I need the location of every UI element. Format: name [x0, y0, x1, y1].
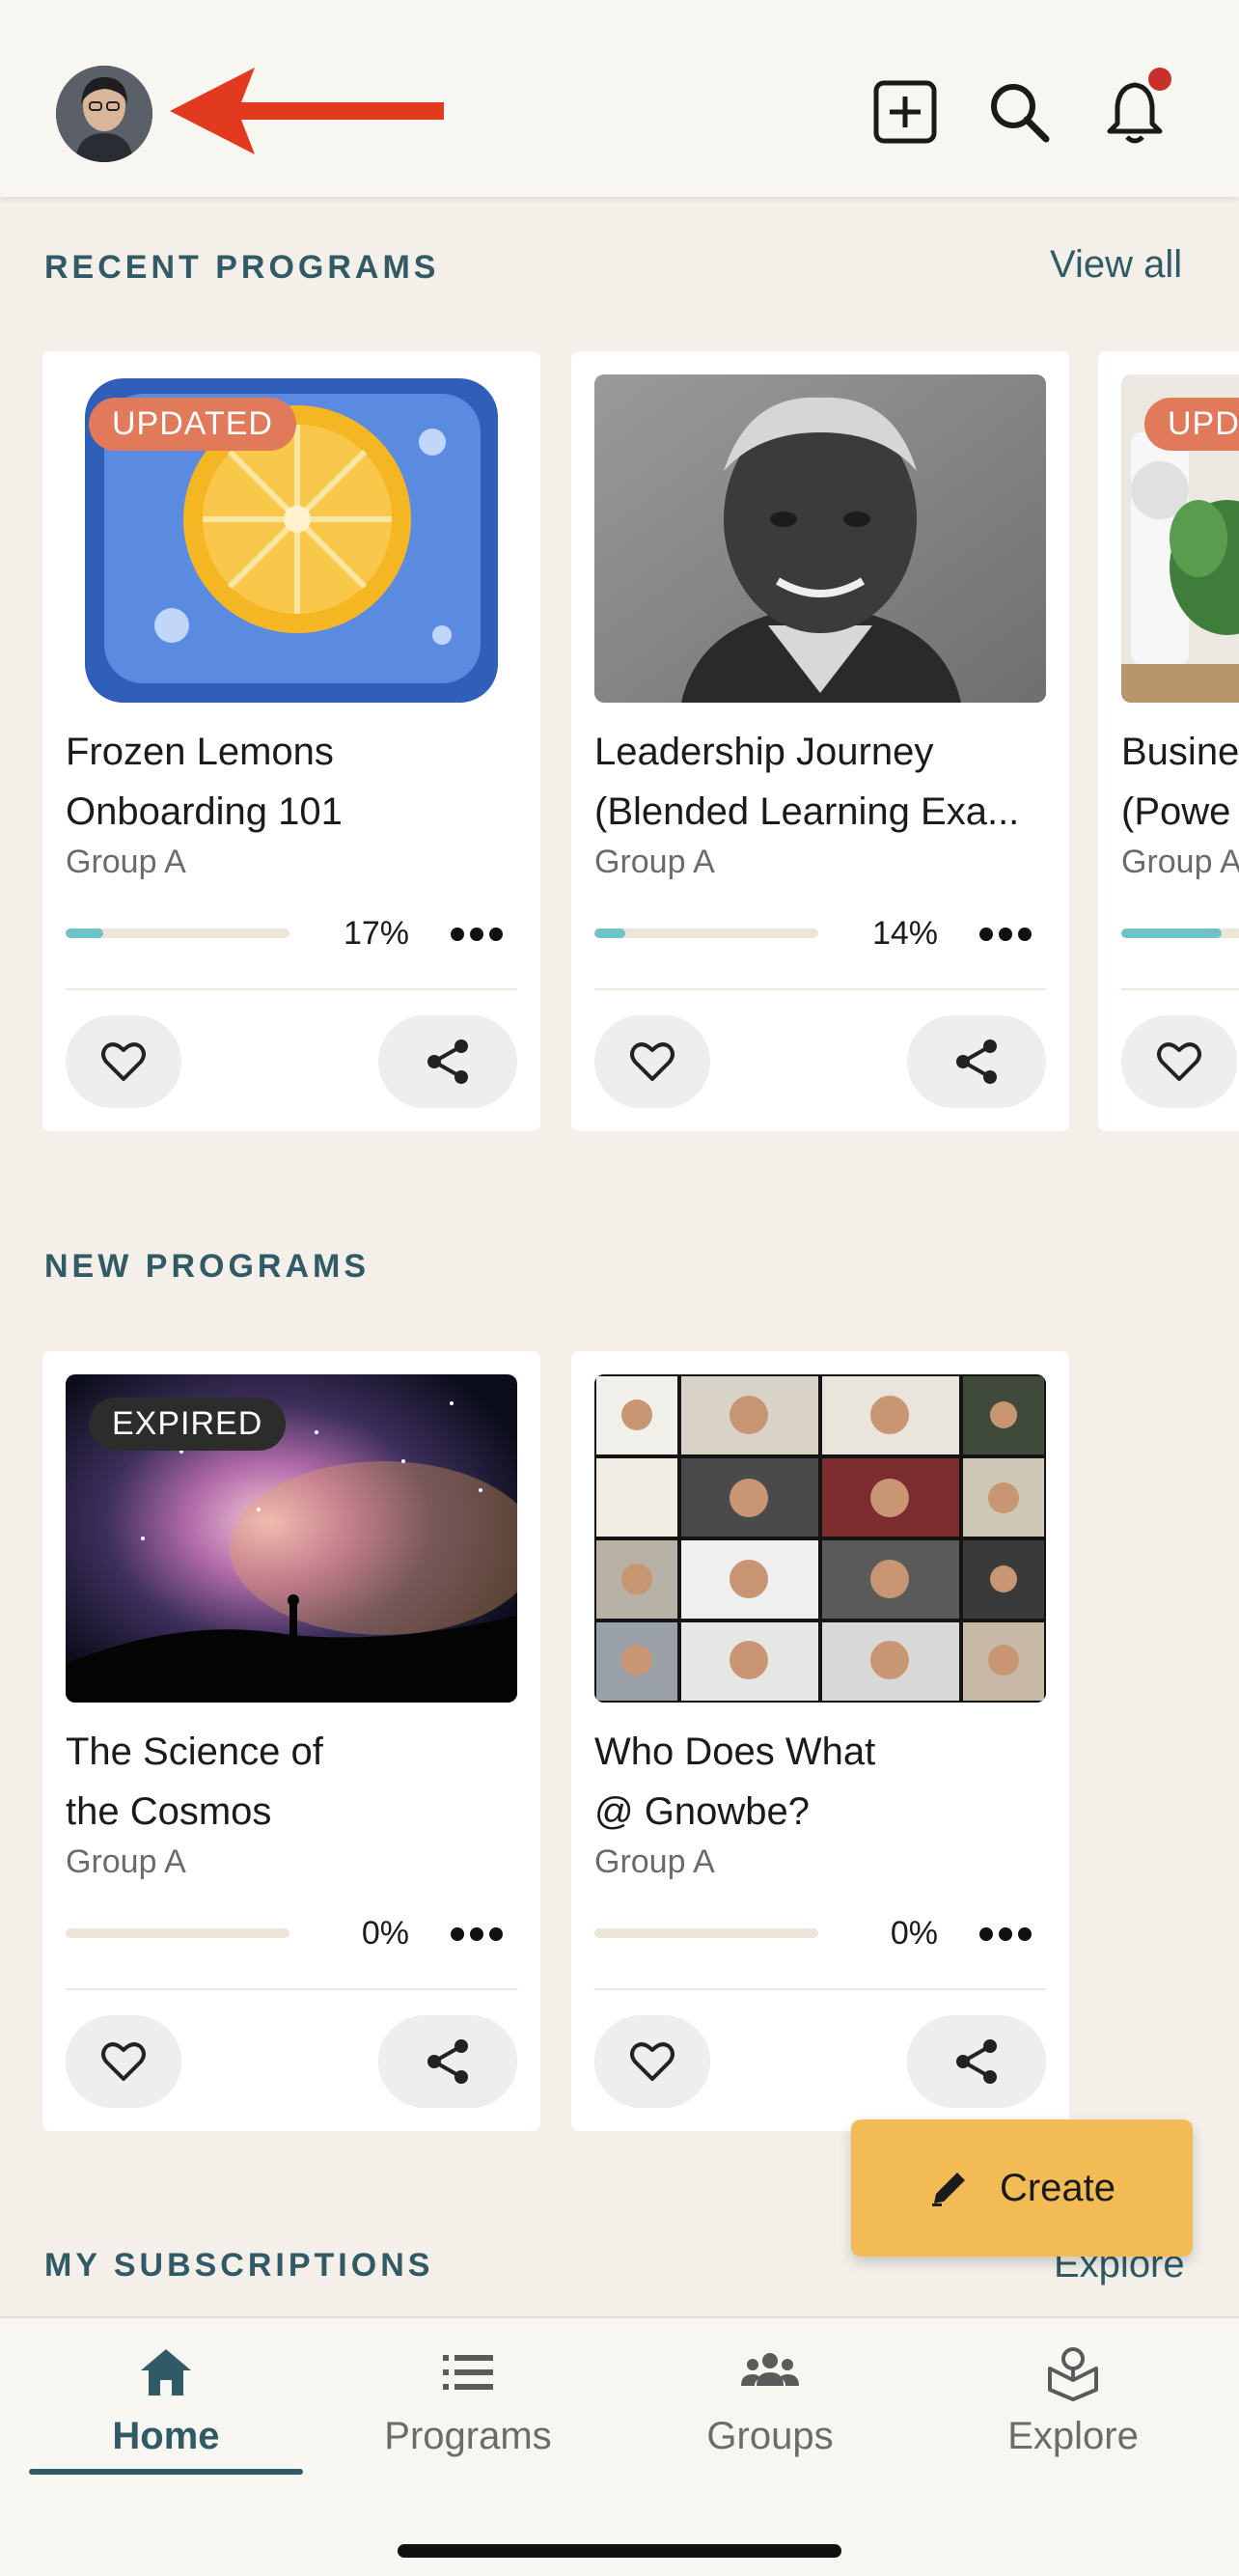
share-button[interactable] — [378, 2015, 517, 2108]
program-title: Who Does What @ Gnowbe? — [594, 1731, 876, 1833]
status-badge: EXPIRED — [89, 1398, 287, 1451]
program-card-who-does-what[interactable]: Who Does What @ Gnowbe? Group A 0% — [571, 1351, 1069, 2131]
program-thumbnail — [594, 1374, 1046, 1703]
program-thumbnail — [594, 374, 1046, 703]
like-button[interactable] — [66, 2015, 181, 2108]
program-title: Busine (Powe — [1121, 731, 1239, 833]
progress-percent: 0% — [890, 1915, 938, 1952]
bottom-navigation: Home Programs Groups Explore — [0, 2316, 1239, 2576]
program-group: Group A — [66, 1843, 186, 1880]
program-group: Group A — [66, 844, 186, 880]
program-group: Group A — [594, 1843, 715, 1880]
program-card-frozen-lemons[interactable]: UPDATED Frozen Lemons Onboarding 101 Gro… — [42, 351, 540, 1131]
divider — [594, 1988, 1046, 1990]
home-screen: RECENT PROGRAMS View all UPDATED Frozen … — [0, 0, 1239, 2576]
divider — [66, 1988, 517, 1990]
home-indicator — [398, 2544, 841, 2558]
status-badge: UPD — [1144, 398, 1239, 451]
program-title: Leadership Journey (Blended Learning Exa… — [594, 731, 1020, 833]
program-card-leadership-journey[interactable]: Leadership Journey (Blended Learning Exa… — [571, 351, 1069, 1131]
like-button[interactable] — [1121, 1015, 1237, 1108]
heart-icon — [1157, 1042, 1201, 1081]
share-icon — [956, 2039, 997, 2084]
create-button[interactable]: Create — [851, 2119, 1193, 2257]
progress-percent: 0% — [361, 1915, 409, 1952]
home-icon — [141, 2349, 191, 2396]
divider — [594, 988, 1046, 990]
divider — [1121, 988, 1239, 990]
like-button[interactable] — [594, 1015, 710, 1108]
view-all-link[interactable]: View all — [1050, 243, 1182, 287]
avatar[interactable] — [56, 66, 152, 162]
heart-icon — [630, 1042, 675, 1081]
share-button[interactable] — [378, 1015, 517, 1108]
share-icon — [427, 2039, 468, 2084]
progress-bar — [66, 1928, 289, 1938]
nav-explore[interactable]: Explore — [936, 2341, 1210, 2506]
share-button[interactable] — [907, 2015, 1046, 2108]
progress-bar — [66, 928, 289, 938]
progress-fill — [1121, 928, 1223, 938]
like-button[interactable] — [594, 2015, 710, 2108]
program-card-business[interactable]: UPD Busine (Powe Group A — [1098, 351, 1239, 1131]
share-icon — [956, 1039, 997, 1084]
nav-active-indicator — [29, 2469, 303, 2475]
arrow-left-icon — [170, 68, 444, 154]
progress-bar — [1121, 928, 1239, 938]
progress-bar — [594, 1928, 818, 1938]
section-title-subscriptions: MY SUBSCRIPTIONS — [44, 2247, 434, 2284]
nav-groups[interactable]: Groups — [633, 2341, 907, 2506]
more-options-icon[interactable] — [977, 915, 1034, 954]
status-badge: UPDATED — [89, 398, 296, 451]
progress-bar — [594, 928, 818, 938]
nav-home[interactable]: Home — [29, 2341, 303, 2506]
create-label: Create — [999, 2166, 1116, 2209]
program-card-science-cosmos[interactable]: EXPIRED The Science of the Cosmos Group … — [42, 1351, 540, 2131]
share-icon — [427, 1039, 468, 1084]
progress-fill — [66, 928, 104, 938]
search-icon[interactable] — [980, 73, 1058, 151]
program-group: Group A — [594, 844, 715, 880]
more-options-icon[interactable] — [448, 915, 506, 954]
bell-icon[interactable] — [1096, 68, 1173, 151]
program-title: Frozen Lemons Onboarding 101 — [66, 731, 343, 833]
heart-icon — [101, 2042, 146, 2081]
program-title: The Science of the Cosmos — [66, 1731, 323, 1833]
section-title-new: NEW PROGRAMS — [44, 1248, 370, 1285]
pencil-icon — [931, 2173, 965, 2206]
more-options-icon[interactable] — [448, 1915, 506, 1953]
progress-fill — [594, 928, 626, 938]
notification-dot — [1148, 68, 1171, 91]
program-group: Group A — [1121, 844, 1239, 880]
share-button[interactable] — [907, 1015, 1046, 1108]
list-icon — [443, 2355, 493, 2390]
like-button[interactable] — [66, 1015, 181, 1108]
divider — [66, 988, 517, 990]
progress-percent: 17% — [343, 915, 409, 952]
section-title-recent: RECENT PROGRAMS — [44, 249, 440, 286]
heart-icon — [630, 2042, 675, 2081]
top-bar — [0, 0, 1239, 197]
explore-icon — [1048, 2347, 1098, 2401]
nav-programs[interactable]: Programs — [331, 2341, 605, 2506]
groups-icon — [741, 2353, 799, 2386]
more-options-icon[interactable] — [977, 1915, 1034, 1953]
add-square-icon[interactable] — [867, 73, 944, 151]
heart-icon — [101, 1042, 146, 1081]
progress-percent: 14% — [871, 915, 938, 952]
